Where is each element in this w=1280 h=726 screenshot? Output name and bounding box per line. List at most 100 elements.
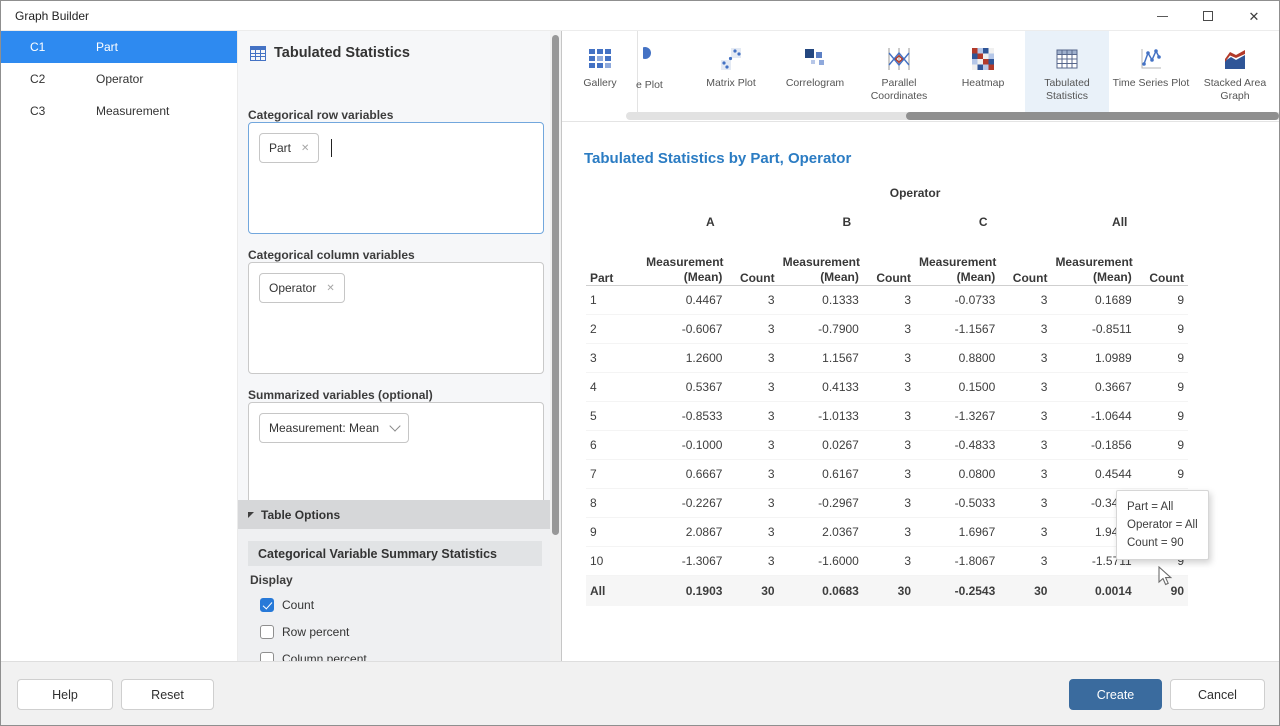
gallery-item-correlogram[interactable]: Correlogram [773,31,857,119]
column-variables-box[interactable]: Operator ✕ [248,262,544,374]
gallery-item-heatmap[interactable]: Heatmap [941,31,1025,119]
builder-scrollbar-thumb[interactable] [552,35,559,535]
panel-title: Tabulated Statistics [250,45,410,61]
column-name: Operator [96,72,143,86]
gallery-item-label: Stacked Area Graph [1193,77,1277,103]
unchecked-checkbox-icon[interactable] [260,625,274,639]
tooltip-line: Count = 90 [1127,534,1198,552]
gallery-item-gallery[interactable]: Gallery [568,31,632,119]
variable-chip-part[interactable]: Part ✕ [259,133,319,163]
column-id: C1 [1,40,96,54]
gallery-item-time-series-plot[interactable]: Time Series Plot [1109,31,1193,119]
count-column-header: Count [1136,237,1188,286]
table-row: 5-0.85333-1.01333-1.32673-1.06449 [586,402,1188,431]
gallery-scrollbar-track[interactable] [626,112,1280,120]
mouse-cursor [1156,566,1174,591]
gallery-toolbar: Gallery Matrix Plot CorrelogramParallel Co… [562,31,1280,121]
sidebar-item-measurement[interactable]: C3Measurement [1,95,237,127]
title-bar: Graph Builder ✕ [1,1,1279,31]
time-series-plot-icon [1138,46,1164,72]
window-title: Graph Builder [1,9,89,23]
checked-checkbox-icon[interactable] [260,598,274,612]
remove-chip-icon[interactable]: ✕ [301,143,309,154]
gallery-item-label: Tabulated Statistics [1025,77,1109,103]
column-name: Measurement [96,104,169,118]
count-column-header: Count [999,237,1051,286]
summarized-variables-label: Summarized variables (optional) [248,388,433,402]
matrix-plot-icon [718,46,744,72]
table-row: 31.260031.156730.880031.09899 [586,344,1188,373]
gallery-item-label: Matrix Plot [706,77,756,90]
help-button[interactable]: Help [17,679,113,710]
checkbox-row-percent[interactable]: Row percent [260,618,367,645]
minimize-button[interactable] [1139,1,1185,31]
summary-statistics-subheader: Categorical Variable Summary Statistics [248,541,542,566]
gallery-item-label: Time Series Plot [1113,77,1190,90]
gallery-item-stacked-area-graph[interactable]: Stacked Area Graph [1193,31,1277,119]
column-id: C2 [1,72,96,86]
close-button[interactable]: ✕ [1231,1,1277,31]
reset-button[interactable]: Reset [121,679,214,710]
maximize-button[interactable] [1185,1,1231,31]
sidebar-item-part[interactable]: C1Part [1,31,237,63]
tooltip-line: Operator = All [1127,516,1198,534]
column-id: C3 [1,104,96,118]
table-row: 70.666730.616730.080030.45449 [586,460,1188,489]
cell-tooltip: Part = All Operator = All Count = 90 [1116,490,1209,560]
table-options-header[interactable]: Table Options [238,500,551,529]
table-options-section: Categorical Variable Summary Statistics … [238,529,551,661]
bubble-plot-icon [643,45,656,73]
gallery-grid-icon [587,46,613,72]
gallery-item-label: Heatmap [962,77,1005,90]
gallery-item-label: Parallel Coordinates [857,77,941,103]
summarized-variables-box[interactable]: Measurement: Mean [248,402,544,511]
table-row: 10-1.30673-1.60003-1.80673-1.57119 [586,547,1188,576]
create-button[interactable]: Create [1069,679,1162,710]
group-header-a: A [642,206,778,237]
group-header-b: B [779,206,915,237]
group-header-c: C [915,206,1051,237]
output-preview: Tabulated Statistics by Part, Operator O… [562,122,1280,661]
table-row: 92.086732.036731.696731.94009 [586,518,1188,547]
remove-chip-icon[interactable]: ✕ [326,283,334,294]
heatmap-icon [970,46,996,72]
mean-column-header: Measurement(Mean) [1051,237,1135,286]
window-controls: ✕ [1139,1,1277,31]
gallery-scrollbar-thumb[interactable] [906,112,1279,120]
display-checkbox-list: CountRow percentColumn percent [260,591,367,672]
count-column-header: Count [726,237,778,286]
correlogram-icon [802,46,828,72]
table-row: 40.536730.413330.150030.36679 [586,373,1188,402]
gallery-item-parallel-coordinates[interactable]: Parallel Coordinates [857,31,941,119]
mean-column-header: Measurement(Mean) [642,237,726,286]
table-row: 6-0.100030.02673-0.48333-0.18569 [586,431,1188,460]
variable-chip-operator[interactable]: Operator ✕ [259,273,345,303]
row-variables-box[interactable]: Part ✕ [248,122,544,234]
builder-scrollbar-track[interactable] [550,31,561,661]
column-variables-label: Categorical column variables [248,248,415,262]
stacked-area-graph-icon [1222,46,1248,72]
tooltip-line: Part = All [1127,498,1198,516]
gallery-item-label: Gallery [583,77,616,90]
table-row: 2-0.60673-0.79003-1.15673-0.85119 [586,315,1188,344]
chevron-down-icon [389,420,400,431]
gallery-item-matrix-plot[interactable]: Matrix Plot [689,31,773,119]
output-heading: Tabulated Statistics by Part, Operator [584,150,851,167]
column-name: Part [96,40,118,54]
collapse-triangle-icon [248,512,254,518]
checkbox-count[interactable]: Count [260,591,367,618]
cancel-button[interactable]: Cancel [1170,679,1265,710]
display-label: Display [250,573,293,587]
mean-column-header: Measurement(Mean) [915,237,999,286]
sidebar-item-operator[interactable]: C2Operator [1,63,237,95]
operator-header: Operator [642,180,1188,206]
gallery-separator [637,31,638,119]
tabulated-statistics-icon [1054,46,1080,72]
part-column-header: Part [586,237,642,286]
checkbox-label: Count [282,598,314,612]
count-column-header: Count [863,237,915,286]
gallery-item-clipped-label[interactable]: e Plot [636,79,663,91]
summarized-variable-dropdown[interactable]: Measurement: Mean [259,413,409,443]
gallery-item-tabulated-statistics[interactable]: Tabulated Statistics [1025,31,1109,119]
table-total-row: All0.1903300.068330-0.2543300.001490 [586,576,1188,607]
